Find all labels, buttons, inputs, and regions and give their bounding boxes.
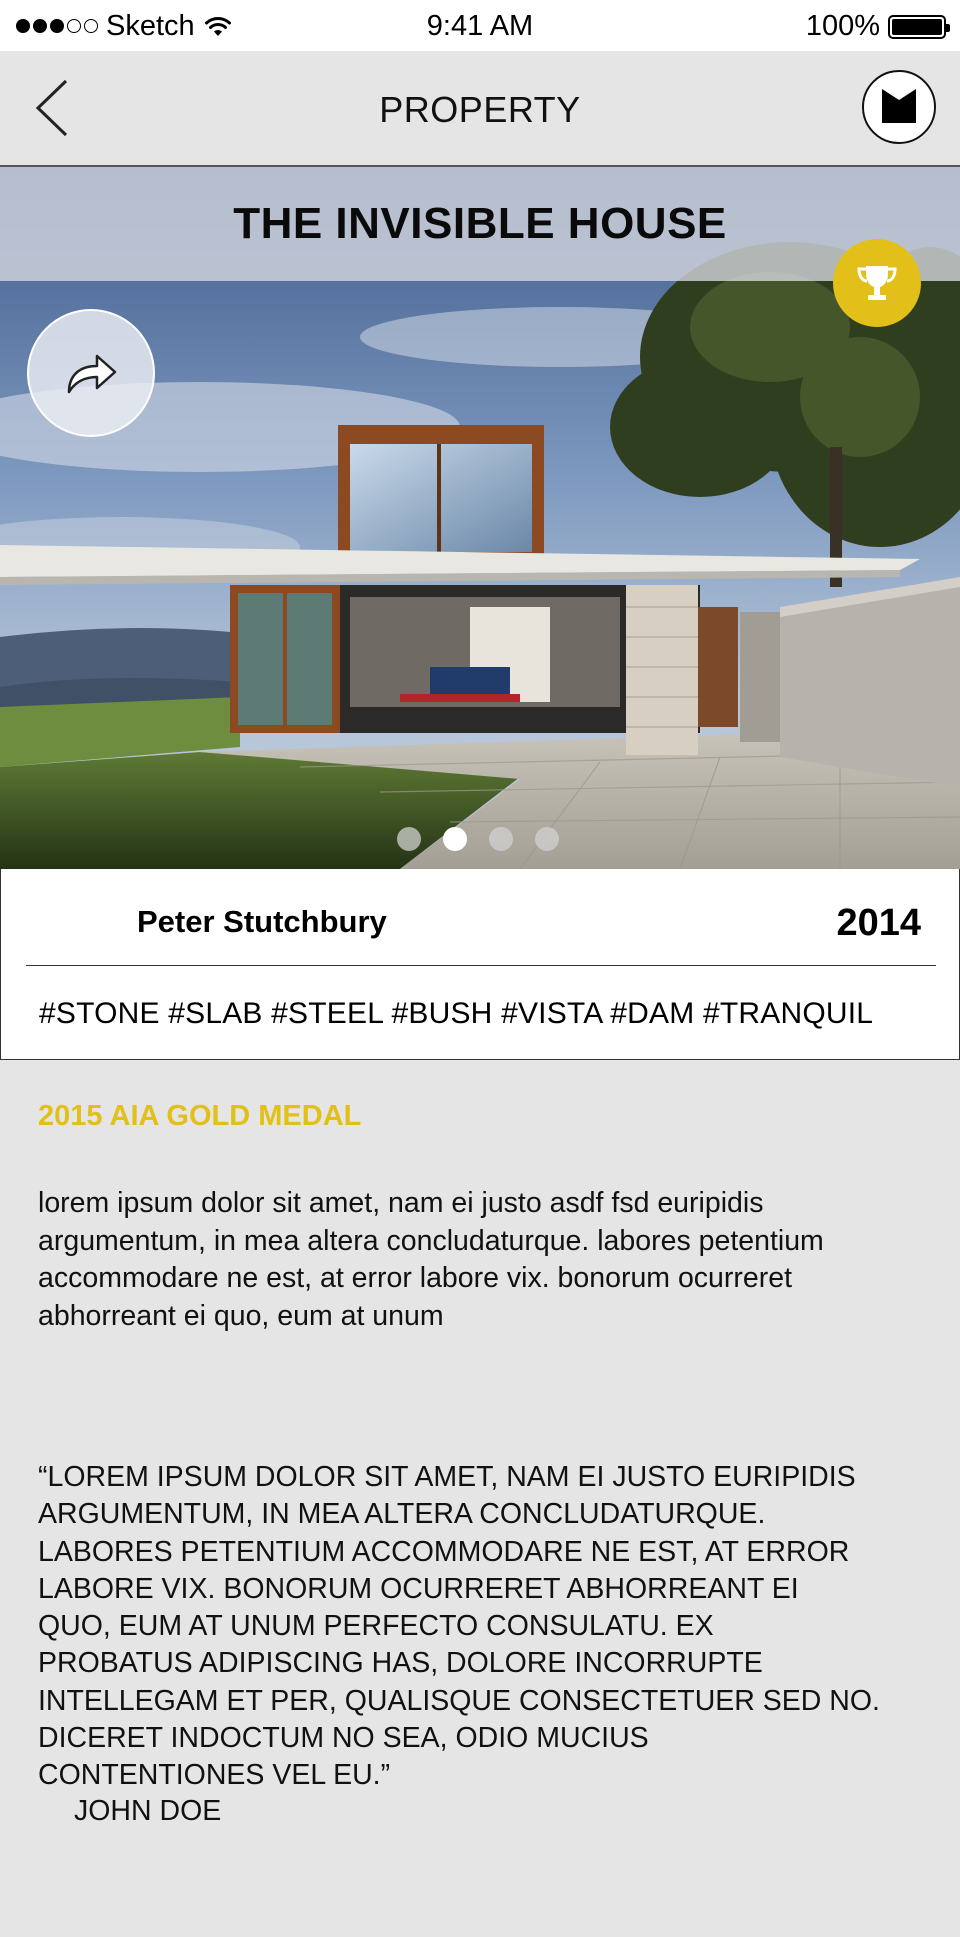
quote-line: CONTENTIONES VEL EU.” bbox=[38, 1759, 391, 1792]
battery-icon bbox=[888, 14, 950, 39]
quote-line: INTELLEGAM ET PER, QUALISQUE CONSECTETUE… bbox=[38, 1684, 880, 1717]
m-logo-icon bbox=[882, 89, 916, 123]
divider bbox=[26, 965, 936, 966]
quote-line: QUO, EUM AT UNUM PERFECTO CONSULATU. EX bbox=[38, 1610, 714, 1643]
nav-bar: PROPERTY bbox=[0, 51, 960, 167]
brand-menu-button[interactable] bbox=[862, 70, 936, 144]
property-description: lorem ipsum dolor sit amet, nam ei justo… bbox=[38, 1187, 824, 1332]
pager-dot[interactable] bbox=[397, 827, 421, 851]
quote-line: LABORE VIX. BONORUM OCURRERET ABHORREANT… bbox=[38, 1572, 799, 1605]
pager-dot-active[interactable] bbox=[443, 827, 467, 851]
share-button[interactable] bbox=[27, 309, 155, 437]
property-title: THE INVISIBLE HOUSE bbox=[233, 199, 727, 248]
share-arrow-icon bbox=[67, 354, 117, 394]
carousel-pager[interactable] bbox=[397, 827, 559, 851]
status-right: 100% bbox=[805, 10, 950, 43]
quote-line: PROBATUS ADIPISCING HAS, DOLORE INCORRUP… bbox=[38, 1647, 763, 1680]
testimonial-quote: “LOREM IPSUM DOLOR SIT AMET, NAM EI JUST… bbox=[38, 1459, 938, 1795]
pager-dot[interactable] bbox=[489, 827, 513, 851]
award-label: 2015 AIA GOLD MEDAL bbox=[38, 1100, 362, 1132]
battery-percent: 100% bbox=[805, 10, 880, 42]
quote-line: ARGUMENTUM, IN MEA ALTERA CONCLUDATURQUE… bbox=[38, 1498, 766, 1531]
pager-dot[interactable] bbox=[535, 827, 559, 851]
hero-carousel[interactable]: THE INVISIBLE HOUSE bbox=[0, 167, 960, 869]
property-year: 2014 bbox=[836, 902, 921, 944]
quote-author: JOHN DOE bbox=[74, 1795, 222, 1827]
status-bar: Sketch 9:41 AM 100% bbox=[0, 0, 960, 51]
quote-line: DICERET INDOCTUM NO SEA, ODIO MUCIUS bbox=[38, 1722, 649, 1755]
page-title: PROPERTY bbox=[379, 89, 581, 130]
property-tags[interactable]: #STONE #SLAB #STEEL #BUSH #VISTA #DAM #T… bbox=[39, 997, 873, 1031]
quote-line: LABORES PETENTIUM ACCOMMODARE NE EST, AT… bbox=[38, 1535, 850, 1568]
property-info-card: Peter Stutchbury 2014 #STONE #SLAB #STEE… bbox=[0, 869, 960, 1060]
quote-line: “LOREM IPSUM DOLOR SIT AMET, NAM EI JUST… bbox=[38, 1461, 856, 1493]
award-button[interactable] bbox=[833, 239, 921, 327]
hero-title-band: THE INVISIBLE HOUSE bbox=[0, 167, 960, 281]
trophy-icon bbox=[857, 266, 897, 300]
architect-name[interactable]: Peter Stutchbury bbox=[137, 904, 387, 940]
